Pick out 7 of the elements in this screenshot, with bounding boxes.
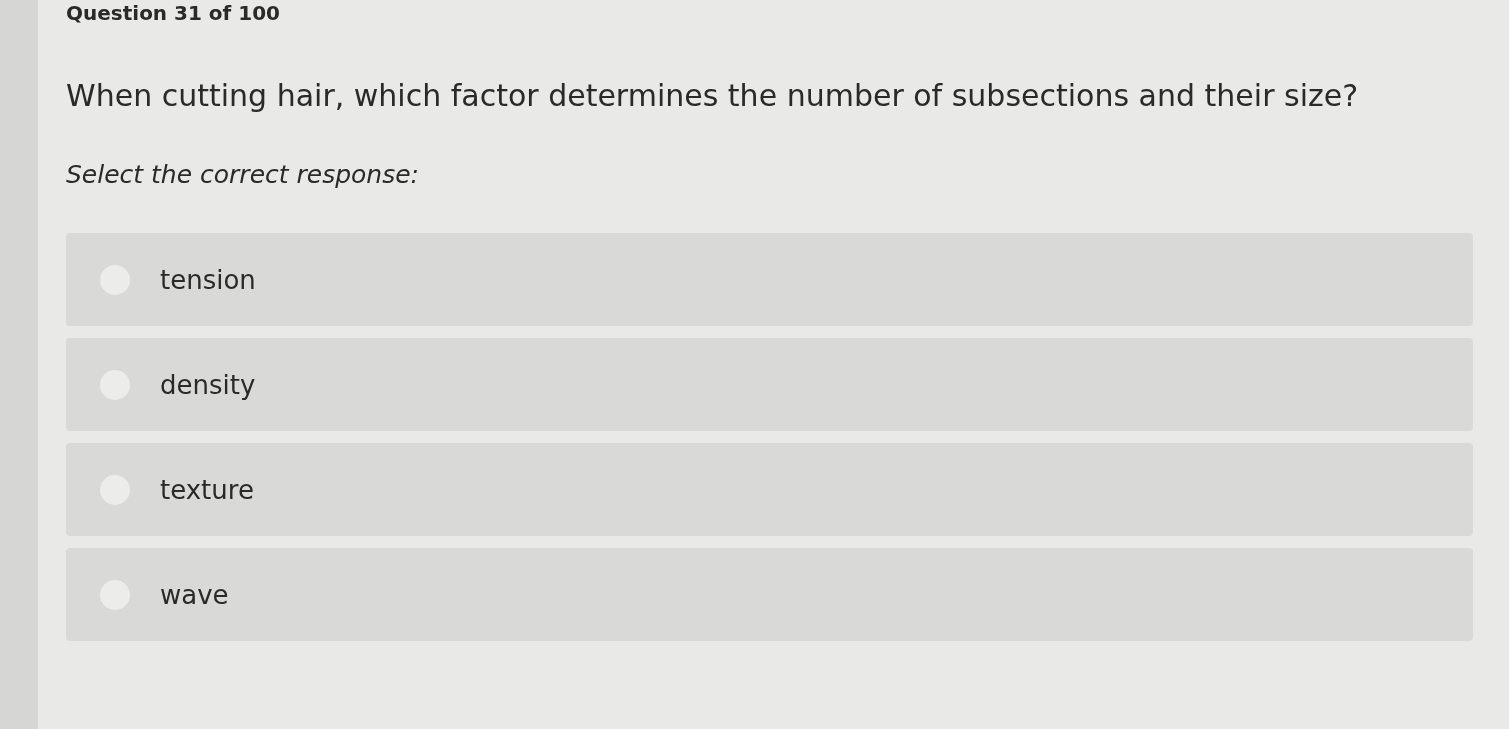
answer-option[interactable]: wave [66, 548, 1473, 641]
answer-option[interactable]: texture [66, 443, 1473, 536]
instruction-text: Select the correct response: [66, 160, 421, 189]
question-counter: Question 31 of 100 [66, 0, 281, 24]
answer-option[interactable]: tension [66, 233, 1473, 326]
question-text: When cutting hair, which factor determines the number of subsections and their size? [66, 77, 1360, 115]
answer-option[interactable]: density [66, 338, 1473, 431]
